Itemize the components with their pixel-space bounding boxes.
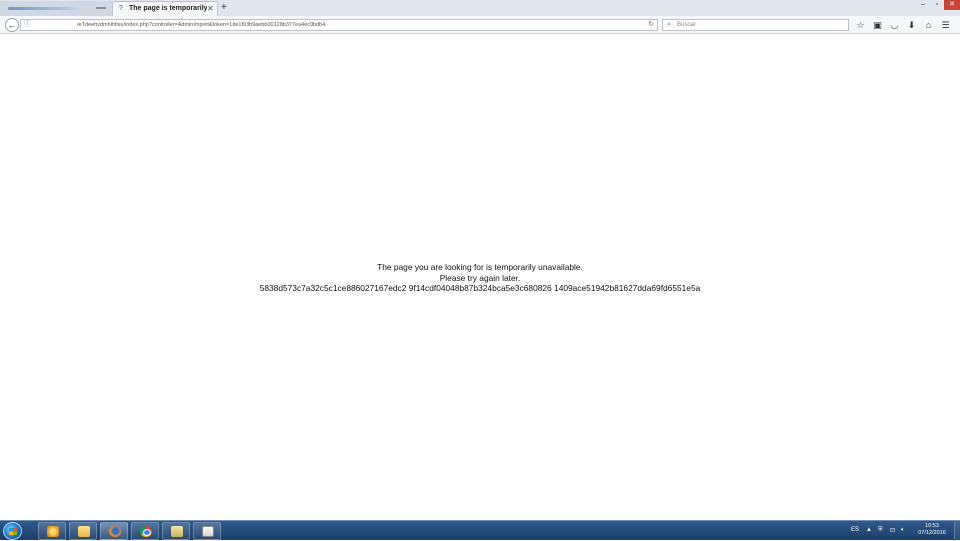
show-desktop-button[interactable] [954,521,960,541]
folder-icon [78,526,90,537]
menu-icon[interactable]: ☰ [937,19,954,31]
taskbar-app-folder[interactable] [162,522,190,540]
download-icon[interactable]: ⬇ [903,19,920,31]
tab-strip: ? The page is temporarily un... ✕ + – ▫ … [0,0,960,16]
tray-expand-icon[interactable]: ▲ [866,527,872,533]
tab-close-icon[interactable]: ✕ [207,2,214,16]
clock-date: 07/12/2016 [918,530,946,536]
clipboard-icon[interactable]: ▣ [869,19,886,31]
taskbar-app-notepad[interactable] [193,522,221,540]
chrome-icon [140,526,152,537]
taskbar-app-explorer[interactable] [69,522,97,540]
language-indicator[interactable]: ES [851,527,859,533]
error-message: The page you are looking for is temporar… [0,262,960,294]
error-line-hashes: 5838d573c7a32c5c1ce886027167edc2 9f14cdf… [259,283,701,293]
site-info-icon[interactable]: ⓘ [24,20,31,30]
back-arrow-icon[interactable]: ← [5,18,19,32]
clock-time: 10:53 [925,523,939,529]
taskbar: ES ▲ ⛨ ⊡ 🔈︎ 10:53 07/12/2016 [0,520,960,541]
start-button[interactable] [3,522,22,540]
clock[interactable]: 10:53 07/12/2016 [912,523,952,537]
taskbar-app-ie[interactable] [38,522,66,540]
page-favicon-icon: ? [119,5,123,12]
network-icon[interactable]: ⊡ [890,527,895,534]
minimize-icon[interactable]: – [916,0,930,10]
firefox-icon [109,526,121,537]
search-icon: ⌕ [667,21,671,28]
maximize-icon[interactable]: ▫ [930,0,944,10]
page-content: The page you are looking for is temporar… [0,35,960,520]
close-window-icon[interactable]: ✕ [944,0,960,10]
notepad-icon [202,526,214,537]
error-line-unavailable: The page you are looking for is temporar… [377,262,583,272]
internet-explorer-icon [47,526,59,537]
shield-icon[interactable]: ⛨ [878,527,883,534]
tab-active[interactable]: ? The page is temporarily un... ✕ [112,1,218,16]
address-url: /eTdeehvdmhlhfisu/index.php?controller=A… [77,22,326,28]
error-line-retry: Please try again later. [439,272,521,283]
search-placeholder: Buscar [677,22,696,28]
tab-title: The page is temporarily un... [129,5,207,12]
volume-icon[interactable]: 🔈︎ [901,527,905,534]
home-icon[interactable]: ⌂ [920,19,937,31]
taskbar-app-chrome[interactable] [131,522,159,540]
new-tab-icon[interactable]: + [221,1,227,14]
address-bar[interactable]: ⓘ /eTdeehvdmhlhfisu/index.php?controller… [20,19,658,31]
tab-title-redacted [8,7,83,10]
folder-icon [171,526,183,537]
tab-blurred[interactable] [0,1,112,16]
window-controls: – ▫ ✕ [916,0,960,10]
taskbar-app-firefox[interactable] [100,522,128,540]
navigation-bar: ← ⓘ /eTdeehvdmhlhfisu/index.php?controll… [0,16,960,34]
toolbar-buttons: ☆ ▣ ◡ ⬇ ⌂ ☰ [852,19,954,31]
reload-icon[interactable]: ↻ [648,20,654,30]
pocket-icon[interactable]: ◡ [886,19,903,31]
tab-close-icon[interactable] [96,7,106,9]
windows-logo-icon [9,528,17,535]
star-icon[interactable]: ☆ [852,19,869,31]
search-input[interactable]: ⌕ Buscar [662,19,849,31]
